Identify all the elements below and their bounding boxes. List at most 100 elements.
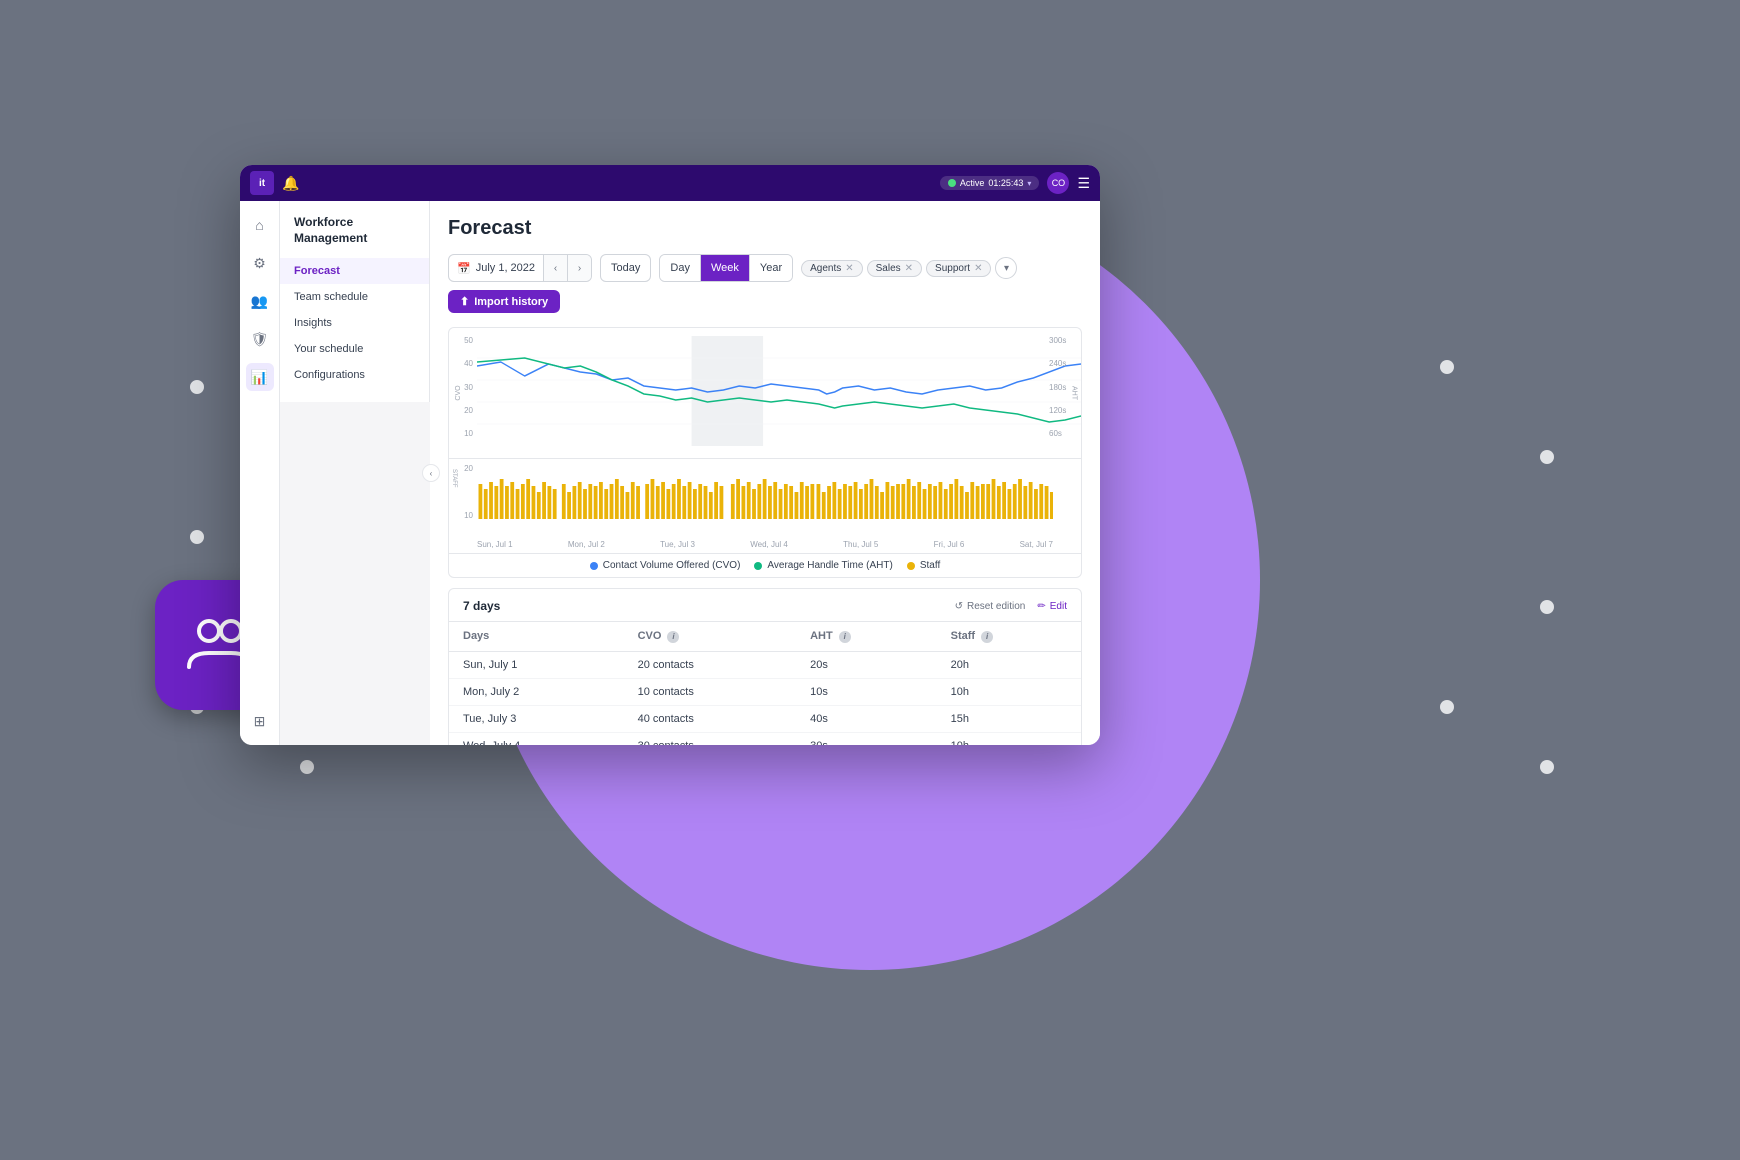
week-period-btn[interactable]: Week (701, 255, 750, 281)
legend-staff-label: Staff (920, 560, 940, 571)
edit-btn[interactable]: ✏ Edit (1037, 601, 1067, 612)
table-row: Tue, July 3 40 contacts 40s 15h (449, 705, 1081, 732)
topbar: it 🔔 Active 01:25:43 ▾ CO ☰ (240, 165, 1100, 201)
cvo-info-icon[interactable]: i (667, 631, 679, 643)
prev-date-btn[interactable]: ‹ (543, 254, 567, 282)
date-value-text: July 1, 2022 (476, 262, 535, 274)
dot (1540, 450, 1554, 464)
data-table: Days CVO i AHT i Staff i Sun, July 1 20 … (449, 622, 1081, 745)
legend-cvo-label: Contact Volume Offered (CVO) (603, 560, 741, 571)
col-days: Days (449, 622, 624, 651)
row-staff-1: 20h (937, 651, 1081, 678)
chart-icon[interactable]: 📊 (246, 363, 274, 391)
day-period-btn[interactable]: Day (660, 255, 701, 281)
toolbar: 📅 July 1, 2022 ‹ › Today Day Week Year A… (448, 254, 1082, 313)
table-row: Sun, July 1 20 contacts 20s 20h (449, 651, 1081, 678)
row-day-2: Mon, July 2 (449, 678, 624, 705)
dot (300, 760, 314, 774)
chart-legend: Contact Volume Offered (CVO) Average Han… (449, 553, 1081, 577)
staff-y-10: 10 (449, 511, 473, 520)
y-label-240s: 240s (1049, 359, 1081, 368)
legend-aht-dot (754, 562, 762, 570)
sidebar-item-team-schedule[interactable]: Team schedule (280, 284, 429, 310)
row-staff-3: 15h (937, 705, 1081, 732)
row-day-3: Tue, July 3 (449, 705, 624, 732)
sidebar-title: WorkforceManagement (280, 215, 429, 258)
table-actions: ↺ Reset edition ✏ Edit (955, 601, 1067, 612)
user-avatar-btn[interactable]: CO (1047, 172, 1069, 194)
settings-icon[interactable]: ⚙ (246, 249, 274, 277)
bell-icon[interactable]: 🔔 (282, 175, 299, 192)
sidebar-item-insights[interactable]: Insights (280, 310, 429, 336)
grid-icon[interactable]: ⊞ (246, 707, 274, 735)
col-cvo: CVO i (624, 622, 797, 651)
row-aht-3: 40s (796, 705, 937, 732)
staff-y-20: 20 (449, 464, 473, 473)
shield-icon[interactable]: 🛡 (246, 325, 274, 353)
import-history-btn[interactable]: ⬆ Import history (448, 290, 560, 313)
row-aht-4: 30s (796, 732, 937, 745)
row-cvo-4: 30 contacts (624, 732, 797, 745)
sidebar-collapse-btn[interactable]: ‹ (422, 464, 440, 482)
x-label-tue: Tue, Jul 3 (660, 540, 695, 549)
y-label-20: 20 (449, 406, 473, 415)
row-aht-2: 10s (796, 678, 937, 705)
dot (1440, 360, 1454, 374)
row-cvo-2: 10 contacts (624, 678, 797, 705)
people-icon[interactable]: 👥 (246, 287, 274, 315)
sidebar-icons: ⌂ ⚙ 👥 🛡 📊 ⊞ (240, 201, 280, 745)
line-chart-container: 50 40 30 20 10 300s 240s 180s 120s 60s (449, 328, 1081, 458)
remove-sales-icon[interactable]: ✕ (905, 263, 913, 274)
next-date-btn[interactable]: › (567, 254, 591, 282)
app-window: it 🔔 Active 01:25:43 ▾ CO ☰ ⌂ ⚙ 👥 🛡 📊 (240, 165, 1100, 745)
page-title: Forecast (448, 217, 1082, 240)
date-picker[interactable]: 📅 July 1, 2022 ‹ › (448, 254, 592, 282)
row-day-1: Sun, July 1 (449, 651, 624, 678)
edit-label: Edit (1050, 601, 1067, 612)
sidebar-item-configurations[interactable]: Configurations (280, 362, 429, 388)
chevron-down-icon[interactable]: ▾ (1027, 179, 1031, 188)
status-badge: Active 01:25:43 ▾ (940, 176, 1040, 190)
today-button[interactable]: Today (600, 254, 651, 282)
data-table-section: 7 days ↺ Reset edition ✏ Edit (448, 588, 1082, 745)
y-label-40: 40 (449, 359, 473, 368)
table-header-row: Days CVO i AHT i Staff i (449, 622, 1081, 651)
staff-chart-svg: // Bars generated inline (477, 464, 1053, 519)
row-aht-1: 20s (796, 651, 937, 678)
col-staff: Staff i (937, 622, 1081, 651)
filter-tags: Agents ✕ Sales ✕ Support ✕ ▾ (801, 257, 1017, 279)
sidebar-item-your-schedule[interactable]: Your schedule (280, 336, 429, 362)
year-period-btn[interactable]: Year (750, 255, 792, 281)
reset-label: Reset edition (967, 601, 1025, 612)
filter-agents[interactable]: Agents ✕ (801, 260, 863, 277)
filter-support[interactable]: Support ✕ (926, 260, 991, 277)
legend-staff: Staff (907, 560, 940, 571)
topbar-logo: it (250, 171, 274, 195)
y-label-120s: 120s (1049, 406, 1081, 415)
content-area: Forecast 📅 July 1, 2022 ‹ › Today Day We… (430, 201, 1100, 745)
avatar-initials: CO (1052, 178, 1066, 188)
sidebar-item-forecast[interactable]: Forecast (280, 258, 429, 284)
remove-agents-icon[interactable]: ✕ (845, 263, 853, 274)
x-axis-labels: Sun, Jul 1 Mon, Jul 2 Tue, Jul 3 Wed, Ju… (449, 538, 1081, 553)
x-label-sun: Sun, Jul 1 (477, 540, 513, 549)
y-label-60s: 60s (1049, 429, 1081, 438)
reset-edition-btn[interactable]: ↺ Reset edition (955, 601, 1026, 612)
chart-area: 50 40 30 20 10 300s 240s 180s 120s 60s (448, 327, 1082, 578)
reset-icon: ↺ (955, 601, 963, 612)
x-label-fri: Fri, Jul 6 (934, 540, 965, 549)
remove-support-icon[interactable]: ✕ (974, 263, 982, 274)
staff-chart-container: STAFF 20 10 // Bars generated inline (449, 458, 1081, 538)
aht-info-icon[interactable]: i (839, 631, 851, 643)
dot (1540, 600, 1554, 614)
home-icon[interactable]: ⌂ (246, 211, 274, 239)
timer-text: 01:25:43 (988, 178, 1023, 188)
table-header: 7 days ↺ Reset edition ✏ Edit (449, 589, 1081, 622)
status-dot (948, 179, 956, 187)
staff-info-icon[interactable]: i (981, 631, 993, 643)
menu-icon[interactable]: ☰ (1077, 175, 1090, 192)
filter-sales[interactable]: Sales ✕ (867, 260, 922, 277)
staff-y-axis: 20 10 (449, 464, 473, 520)
filter-more-btn[interactable]: ▾ (995, 257, 1017, 279)
x-label-wed: Wed, Jul 4 (750, 540, 788, 549)
